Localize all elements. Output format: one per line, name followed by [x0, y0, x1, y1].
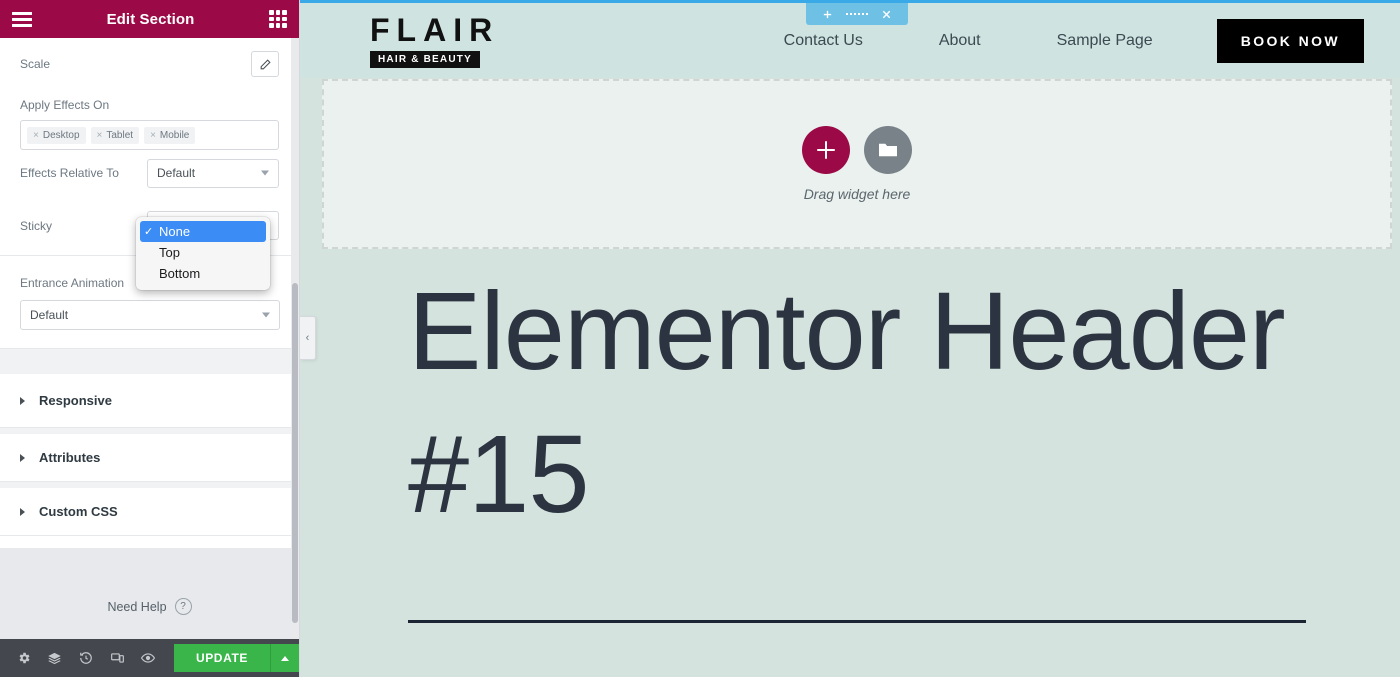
plus-icon[interactable]: [822, 9, 833, 20]
tag-desktop[interactable]: × Desktop: [27, 126, 86, 144]
option-label: Bottom: [159, 266, 201, 281]
panel-footer: UPDATE: [0, 639, 299, 677]
tag-tablet[interactable]: × Tablet: [90, 126, 140, 144]
pencil-icon[interactable]: [251, 51, 279, 77]
nav-item-contact-us[interactable]: Contact Us: [746, 32, 901, 50]
plus-circle-icon[interactable]: [802, 126, 850, 174]
accordion-attributes[interactable]: Attributes: [0, 428, 299, 482]
logo-wordmark: FLAIR: [370, 11, 500, 48]
effects-relative-label: Effects Relative To: [20, 166, 119, 180]
update-button[interactable]: UPDATE: [173, 644, 271, 672]
site-nav: Contact Us About Sample Page BOOK NOW: [746, 18, 1364, 63]
panel-header: Edit Section: [0, 0, 299, 38]
tag-mobile[interactable]: × Mobile: [144, 126, 196, 144]
hero-heading-widget[interactable]: Elementor Header #15: [408, 260, 1400, 546]
tag-remove-icon[interactable]: ×: [33, 130, 39, 141]
entrance-animation-value: Default: [30, 308, 69, 322]
panel-help-area: Need Help ?: [0, 548, 299, 639]
chevron-right-icon: [20, 396, 25, 405]
panel-scrollbar-track[interactable]: [291, 38, 299, 639]
tag-remove-icon[interactable]: ×: [150, 130, 156, 141]
chevron-down-icon: [262, 312, 270, 318]
sticky-option-top[interactable]: Top: [136, 242, 270, 263]
hamburger-icon[interactable]: [12, 11, 32, 27]
editor-canvas: FLAIR HAIR & BEAUTY Contact Us About Sam…: [300, 0, 1400, 677]
tag-label: Mobile: [159, 129, 190, 141]
plus-vertical-bar: [824, 141, 828, 159]
dropzone-label: Drag widget here: [803, 186, 911, 202]
scale-row: Scale: [0, 46, 299, 82]
sticky-option-none[interactable]: ✓ None: [140, 221, 266, 242]
responsive-devices-icon[interactable]: [102, 639, 133, 677]
sticky-select-popup[interactable]: ✓ None Top Bottom: [136, 217, 270, 290]
chevron-left-icon[interactable]: ‹: [300, 316, 316, 360]
nav-item-sample-page[interactable]: Sample Page: [1019, 32, 1191, 50]
preview-eye-icon[interactable]: [133, 639, 164, 677]
option-label: None: [159, 224, 191, 239]
caret-up-glyph: [280, 655, 289, 661]
apply-effects-label-row: Apply Effects On: [0, 82, 299, 112]
dots-grid-icon[interactable]: [846, 13, 868, 15]
tag-label: Tablet: [106, 129, 134, 141]
chevron-right-icon: [20, 453, 25, 462]
panel-scrollbar-thumb[interactable]: [292, 283, 298, 623]
book-now-button[interactable]: BOOK NOW: [1216, 18, 1364, 63]
dropzone-buttons: [802, 126, 912, 174]
widget-dropzone[interactable]: Drag widget here: [322, 79, 1392, 249]
chevron-down-icon: [261, 170, 269, 176]
sticky-label: Sticky: [20, 218, 53, 233]
checkmark-icon: ✓: [144, 226, 154, 238]
panel-section-gap: [0, 348, 299, 374]
elementor-editor: Edit Section Scale Apply Effects On × De…: [0, 0, 1400, 677]
panel-title: Edit Section: [106, 10, 195, 28]
folder-icon[interactable]: [864, 126, 912, 174]
hero-divider: [408, 620, 1306, 623]
navigator-layers-icon[interactable]: [39, 639, 70, 677]
question-circle-icon[interactable]: ?: [174, 598, 192, 615]
hero-title: Elementor Header #15: [408, 270, 1286, 536]
update-button-group: UPDATE: [173, 644, 299, 672]
effects-relative-row: Effects Relative To Default: [0, 150, 299, 196]
tag-remove-icon[interactable]: ×: [97, 130, 103, 141]
elementor-panel: Edit Section Scale Apply Effects On × De…: [0, 0, 300, 677]
panel-body: Scale Apply Effects On × Desktop × Table…: [0, 38, 299, 639]
need-help-label: Need Help: [107, 599, 167, 614]
accordion-label: Attributes: [39, 450, 101, 465]
apply-effects-label: Apply Effects On: [20, 98, 110, 112]
section-controls-tab: [806, 3, 908, 25]
sticky-option-bottom[interactable]: Bottom: [136, 263, 270, 284]
need-help-button[interactable]: Need Help ?: [107, 574, 192, 639]
entrance-animation-select[interactable]: Default: [20, 300, 280, 330]
entrance-animation-label: Entrance Animation: [20, 276, 125, 290]
accordion-responsive[interactable]: Responsive: [0, 374, 299, 428]
site-header-section[interactable]: FLAIR HAIR & BEAUTY Contact Us About Sam…: [300, 0, 1400, 78]
nav-item-about[interactable]: About: [901, 32, 1019, 50]
accordion-label: Custom CSS: [39, 504, 118, 519]
grid-icon[interactable]: [269, 10, 287, 28]
option-label: Top: [159, 245, 180, 260]
accordion-label: Responsive: [39, 393, 112, 408]
close-x-icon[interactable]: [881, 9, 892, 20]
entrance-animation-row: Default: [0, 290, 299, 330]
accordion-custom-css[interactable]: Custom CSS: [0, 482, 299, 536]
apply-effects-tags[interactable]: × Desktop × Tablet × Mobile: [20, 120, 279, 150]
effects-relative-value: Default: [157, 166, 196, 180]
history-clock-icon[interactable]: [70, 639, 101, 677]
chevron-right-icon: [20, 507, 25, 516]
logo-tagline: HAIR & BEAUTY: [370, 50, 480, 68]
scale-label: Scale: [20, 57, 51, 71]
effects-relative-select[interactable]: Default: [147, 158, 279, 188]
update-options-caret-up-icon[interactable]: [270, 644, 299, 672]
site-logo[interactable]: FLAIR HAIR & BEAUTY: [370, 14, 499, 68]
settings-gear-icon[interactable]: [8, 639, 39, 677]
tag-label: Desktop: [42, 129, 80, 141]
